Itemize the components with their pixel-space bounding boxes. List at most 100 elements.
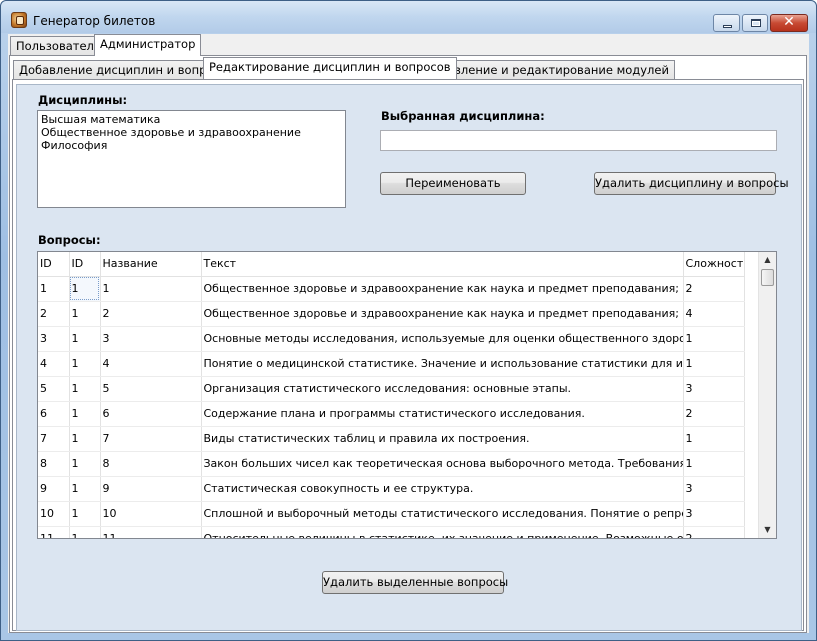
minimize-button[interactable] <box>713 14 740 32</box>
window-title: Генератор билетов <box>33 14 156 28</box>
table-cell[interactable]: Организация статистического исследования… <box>201 376 684 402</box>
list-item[interactable]: Философия <box>41 139 342 152</box>
table-row[interactable]: 3 1 3 Основные методы исследования, использ… <box>38 326 745 352</box>
questions-label: Вопросы: <box>38 233 101 247</box>
list-item[interactable]: Высшая математика <box>41 113 342 126</box>
table-cell[interactable]: 1 <box>69 501 101 527</box>
table-cell[interactable]: 1 <box>38 276 70 302</box>
table-row[interactable]: 4 1 4 Понятие о медицинской статистике. Зна… <box>38 351 745 377</box>
delete-selected-questions-button[interactable]: Удалить выделенные вопросы <box>322 571 508 594</box>
table-row[interactable]: 9 1 9 Статистическая совокупность и ее стру… <box>38 476 745 502</box>
table-cell[interactable]: Относительные величины в статистике, их … <box>201 526 684 538</box>
table-cell[interactable]: 3 <box>683 476 745 502</box>
scroll-up-icon[interactable]: ▲ <box>759 252 776 268</box>
maximize-icon <box>751 19 761 27</box>
table-row[interactable]: 2 1 2 Общественное здоровье и здравоохранен… <box>38 301 745 327</box>
table-cell[interactable]: Статистическая совокупность и ее структу… <box>201 476 684 502</box>
table-cell[interactable]: 1 <box>100 276 202 302</box>
table-cell[interactable]: Общественное здоровье и здравоохранение … <box>201 301 684 327</box>
table-row[interactable]: 6 1 6 Содержание плана и программы статисти… <box>38 401 745 427</box>
table-cell[interactable]: 7 <box>100 426 202 452</box>
column-header-name[interactable]: Название <box>100 252 202 277</box>
table-cell[interactable]: 5 <box>100 376 202 402</box>
table-cell[interactable]: 2 <box>683 401 745 427</box>
table-cell[interactable]: Закон больших чисел как теоретическая ос… <box>201 451 684 477</box>
tab-modules[interactable]: Добавление и редактирование модулей <box>418 60 675 80</box>
table-cell[interactable]: 1 <box>69 476 101 502</box>
table-cell[interactable]: 2 <box>100 301 202 327</box>
table-cell[interactable]: 1 <box>69 451 101 477</box>
table-cell[interactable]: 3 <box>38 326 70 352</box>
questions-grid[interactable]: ID ID Название Текст Сложность 1 1 1 Общест… <box>37 251 777 539</box>
table-cell[interactable]: 3 <box>683 501 745 527</box>
column-header-text[interactable]: Текст <box>201 252 684 277</box>
table-cell[interactable]: 1 <box>69 426 101 452</box>
table-row[interactable]: 10 1 10 Сплошной и выборочный методы статис… <box>38 501 745 527</box>
table-cell[interactable]: 1 <box>69 301 101 327</box>
column-header-id[interactable]: ID <box>38 252 70 277</box>
tab-user[interactable]: Пользователь <box>10 36 107 56</box>
vertical-scrollbar[interactable]: ▲ ▼ <box>758 252 776 538</box>
table-body: 1 1 1 Общественное здоровье и здравоохранен… <box>38 276 745 538</box>
tab-admin[interactable]: Администратор <box>94 34 202 56</box>
table-cell[interactable]: 9 <box>38 476 70 502</box>
table-cell[interactable]: 1 <box>69 351 101 377</box>
tab-edit-disciplines[interactable]: Редактирование дисциплин и вопросов <box>203 57 457 79</box>
table-cell[interactable]: 1 <box>683 426 745 452</box>
table-cell[interactable]: 1 <box>69 326 101 352</box>
table-cell[interactable]: 11 <box>38 526 70 538</box>
questions-table: ID ID Название Текст Сложность 1 1 1 Общест… <box>38 252 745 538</box>
table-cell[interactable]: 1 <box>69 401 101 427</box>
table-cell[interactable]: 1 <box>683 326 745 352</box>
rename-button[interactable]: Переименовать <box>380 172 526 195</box>
column-header-discipline-id[interactable]: ID <box>69 252 101 277</box>
table-cell[interactable]: 1 <box>69 376 101 402</box>
table-cell[interactable]: 5 <box>38 376 70 402</box>
table-cell[interactable]: 10 <box>38 501 70 527</box>
delete-discipline-button[interactable]: Удалить дисциплину и вопросы <box>594 172 789 195</box>
table-cell[interactable]: 2 <box>683 276 745 302</box>
table-cell[interactable]: 1 <box>683 351 745 377</box>
selected-discipline-label: Выбранная дисциплина: <box>381 109 545 123</box>
table-cell[interactable]: 1 <box>69 276 101 302</box>
table-cell[interactable]: 10 <box>100 501 202 527</box>
table-cell[interactable]: 11 <box>100 526 202 538</box>
table-row[interactable]: 1 1 1 Общественное здоровье и здравоохранен… <box>38 276 745 302</box>
close-button[interactable]: ✕ <box>770 14 808 32</box>
table-cell[interactable]: 2 <box>38 301 70 327</box>
table-row[interactable]: 5 1 5 Организация статистического исследова… <box>38 376 745 402</box>
scroll-down-icon[interactable]: ▼ <box>759 522 776 538</box>
table-cell[interactable]: 4 <box>100 351 202 377</box>
table-cell[interactable]: Основные методы исследования, используем… <box>201 326 684 352</box>
title-bar[interactable]: Генератор билетов ✕ <box>1 1 816 33</box>
table-cell[interactable]: 9 <box>100 476 202 502</box>
table-cell[interactable]: Виды статистических таблиц и правила их … <box>201 426 684 452</box>
table-cell[interactable]: 6 <box>100 401 202 427</box>
table-cell[interactable]: Содержание плана и программы статистичес… <box>201 401 684 427</box>
table-row[interactable]: 11 1 11 Относительные величины в статистике… <box>38 526 745 538</box>
table-cell[interactable]: 3 <box>100 326 202 352</box>
table-cell[interactable]: 7 <box>38 426 70 452</box>
app-icon <box>11 12 27 28</box>
list-item[interactable]: Общественное здоровье и здравоохранение <box>41 126 342 139</box>
table-cell[interactable]: Общественное здоровье и здравоохранение … <box>201 276 684 302</box>
table-cell[interactable]: Понятие о медицинской статистике. Значен… <box>201 351 684 377</box>
scroll-thumb[interactable] <box>761 269 774 286</box>
table-cell[interactable]: 3 <box>683 376 745 402</box>
table-cell[interactable]: 6 <box>38 401 70 427</box>
disciplines-list[interactable]: Высшая математика Общественное здоровье … <box>37 110 346 208</box>
close-icon: ✕ <box>783 14 795 30</box>
table-cell[interactable]: 4 <box>38 351 70 377</box>
table-cell[interactable]: 8 <box>38 451 70 477</box>
table-cell[interactable]: 2 <box>683 526 745 538</box>
selected-discipline-field[interactable] <box>380 130 777 151</box>
table-cell[interactable]: 8 <box>100 451 202 477</box>
maximize-button[interactable] <box>742 14 768 32</box>
column-header-difficulty[interactable]: Сложность <box>683 252 745 277</box>
table-cell[interactable]: 1 <box>69 526 101 538</box>
table-row[interactable]: 7 1 7 Виды статистических таблиц и правила … <box>38 426 745 452</box>
table-cell[interactable]: Сплошной и выборочный методы статистичес… <box>201 501 684 527</box>
table-cell[interactable]: 1 <box>683 451 745 477</box>
table-cell[interactable]: 4 <box>683 301 745 327</box>
table-row[interactable]: 8 1 8 Закон больших чисел как теоретическая… <box>38 451 745 477</box>
